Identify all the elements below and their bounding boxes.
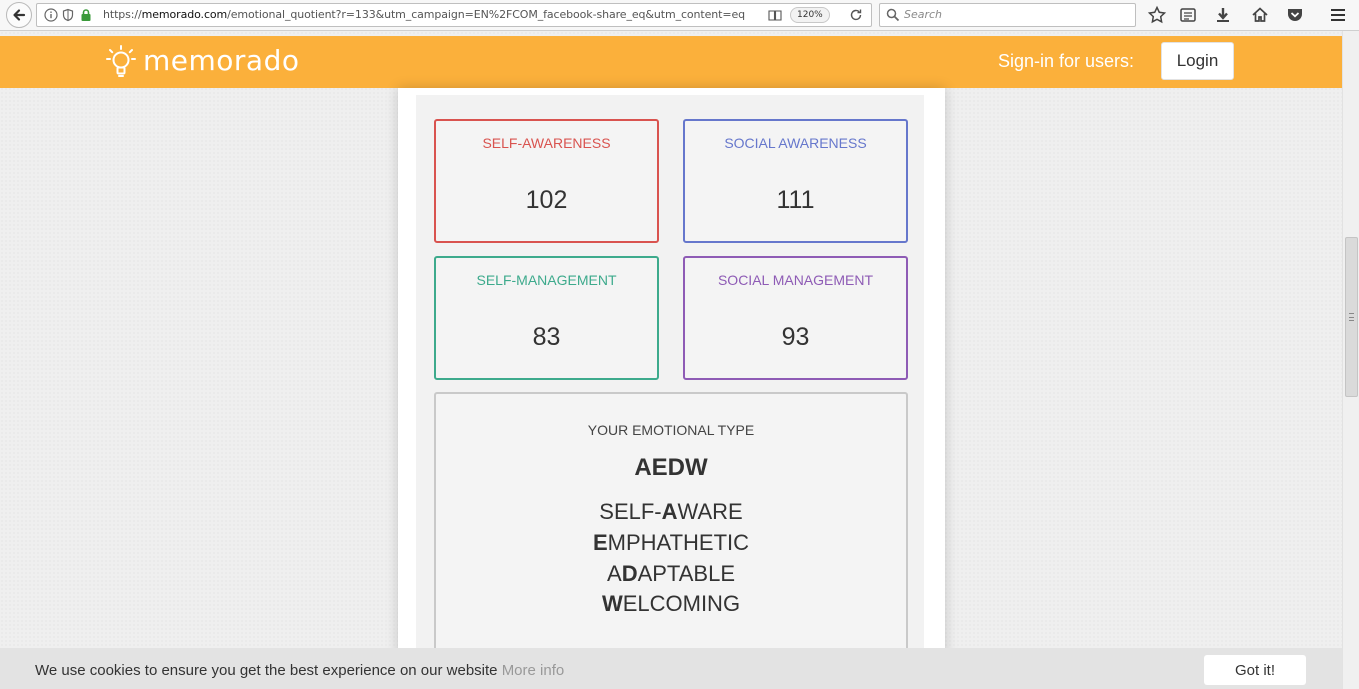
- cookie-text: We use cookies to ensure you get the bes…: [35, 662, 498, 679]
- cookie-accept-button[interactable]: Got it!: [1204, 655, 1306, 685]
- cookie-banner: We use cookies to ensure you get the bes…: [0, 648, 1342, 689]
- emotional-type-code: AEDW: [634, 454, 708, 481]
- score-box-social-management: SOCIAL MANAGEMENT 93: [683, 256, 908, 380]
- url-scheme: https://: [103, 8, 142, 21]
- trait-line: ADAPTABLE: [436, 561, 906, 587]
- scrollbar-thumb[interactable]: [1345, 237, 1358, 397]
- reload-icon[interactable]: [849, 8, 863, 22]
- score-box-self-awareness: SELF-AWARENESS 102: [434, 119, 659, 243]
- lightbulb-icon: [106, 45, 136, 77]
- url-text[interactable]: https://memorado.com/emotional_quotient?…: [103, 8, 783, 21]
- vertical-scrollbar[interactable]: [1342, 31, 1359, 689]
- browser-toolbar: https://memorado.com/emotional_quotient?…: [0, 0, 1359, 31]
- score-value: 93: [781, 323, 810, 351]
- emotional-type-box: YOUR EMOTIONAL TYPE AEDW SELF-AWARE EMPH…: [434, 392, 908, 689]
- site-header: memorado Sign-in for users: Login: [0, 36, 1342, 88]
- lock-icon[interactable]: [79, 8, 93, 22]
- signin-label: Sign-in for users:: [998, 51, 1135, 71]
- score-box-self-management: SELF-MANAGEMENT 83: [434, 256, 659, 380]
- score-value: 102: [525, 186, 568, 214]
- search-icon: [886, 8, 900, 22]
- trait-letter: D: [621, 561, 638, 586]
- trait-line: WELCOMING: [436, 591, 906, 617]
- page-content: memorado Sign-in for users: Login SELF-A…: [0, 31, 1342, 689]
- trait-letter: A: [661, 499, 678, 524]
- url-domain: memorado.com: [141, 8, 228, 21]
- trait-prefix: SELF-: [599, 499, 662, 524]
- trait-suffix: APTABLE: [637, 561, 735, 586]
- score-label: SELF-MANAGEMENT: [476, 272, 617, 288]
- score-box-social-awareness: SOCIAL AWARENESS 111: [683, 119, 908, 243]
- shield-icon[interactable]: [61, 8, 75, 22]
- score-label: SOCIAL MANAGEMENT: [717, 272, 874, 288]
- score-value: 83: [532, 323, 561, 351]
- score-value: 111: [776, 186, 815, 214]
- reading-list-icon[interactable]: [1178, 5, 1198, 25]
- site-logo[interactable]: memorado: [143, 44, 299, 77]
- reader-view-icon[interactable]: [768, 8, 782, 22]
- more-info-link[interactable]: More info: [502, 662, 565, 679]
- back-button[interactable]: [6, 2, 32, 28]
- zoom-level[interactable]: 120%: [790, 7, 830, 23]
- url-path: /emotional_quotient?r=133&utm_campaign=E…: [227, 8, 746, 21]
- info-icon[interactable]: [44, 8, 58, 22]
- search-placeholder: Search: [904, 8, 943, 21]
- pocket-icon[interactable]: [1285, 5, 1305, 25]
- menu-icon[interactable]: [1328, 5, 1348, 25]
- trait-suffix: ELCOMING: [622, 591, 741, 616]
- grip-icon: [1349, 313, 1354, 321]
- trait-letter: W: [601, 591, 623, 616]
- trait-line: SELF-AWARE: [436, 499, 906, 525]
- trait-letter: E: [592, 530, 608, 555]
- trait-prefix: A: [607, 561, 622, 586]
- score-label: SOCIAL AWARENESS: [724, 135, 867, 151]
- download-icon[interactable]: [1213, 5, 1233, 25]
- emotional-type-label: YOUR EMOTIONAL TYPE: [587, 422, 755, 438]
- login-button[interactable]: Login: [1161, 42, 1234, 80]
- trait-line: EMPHATHETIC: [436, 530, 906, 556]
- cookie-message: We use cookies to ensure you get the bes…: [35, 662, 564, 679]
- back-arrow-icon: [13, 9, 26, 21]
- address-bar[interactable]: https://memorado.com/emotional_quotient?…: [36, 3, 872, 27]
- bookmark-star-icon[interactable]: [1147, 5, 1167, 25]
- score-label: SELF-AWARENESS: [482, 135, 611, 151]
- search-bar[interactable]: Search: [879, 3, 1136, 27]
- trait-suffix: WARE: [677, 499, 743, 524]
- home-icon[interactable]: [1250, 5, 1270, 25]
- trait-suffix: MPHATHETIC: [607, 530, 750, 555]
